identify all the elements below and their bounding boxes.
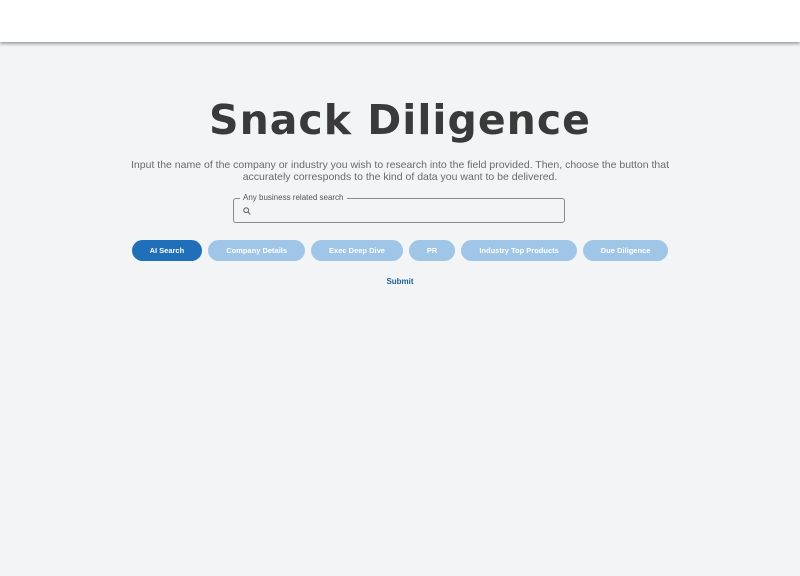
- submit-button[interactable]: Submit: [370, 276, 430, 287]
- chip-ai-search[interactable]: AI Search: [131, 240, 203, 261]
- page-title: Snack Diligence: [209, 96, 591, 144]
- search-field[interactable]: Any business related search: [233, 193, 565, 223]
- chip-due-diligence[interactable]: Due Diligence: [582, 240, 669, 261]
- chip-company-details[interactable]: Company Details: [208, 240, 306, 261]
- chip-exec-deep-dive[interactable]: Exec Deep Dive: [311, 240, 403, 261]
- page-description: Input the name of the company or industr…: [131, 159, 669, 183]
- search-icon: [243, 207, 251, 215]
- chip-industry-top-products[interactable]: Industry Top Products: [461, 240, 577, 261]
- search-input[interactable]: [256, 202, 560, 222]
- top-app-bar: [0, 0, 800, 42]
- main-content: Snack Diligence Input the name of the co…: [0, 44, 800, 576]
- chip-pr[interactable]: PR: [408, 240, 456, 261]
- search-type-chips: AI Search Company Details Exec Deep Dive…: [0, 240, 800, 261]
